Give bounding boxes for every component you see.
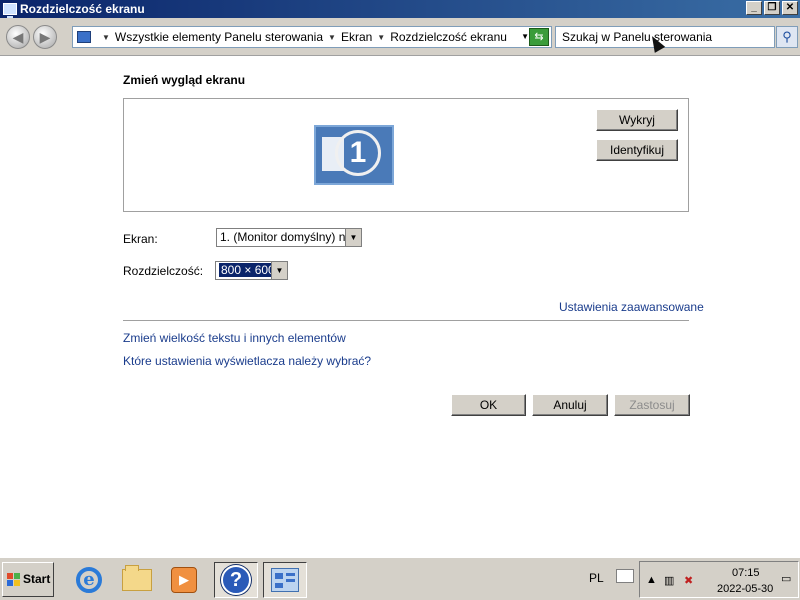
breadcrumb-item-all-items[interactable]: Wszystkie elementy Panelu sterowania [115, 30, 323, 44]
restore-button[interactable]: ❐ [764, 1, 780, 15]
screen-select-value: 1. (Monitor domyślny) na [220, 230, 353, 244]
taskbar-internet-explorer[interactable]: e [67, 562, 111, 598]
address-history-dropdown-icon[interactable]: ▼ [521, 32, 529, 41]
refresh-icon: ⇆ [534, 31, 544, 43]
chevron-down-icon[interactable]: ▼ [345, 229, 361, 246]
forward-arrow-icon: ▶ [39, 29, 51, 45]
language-indicator[interactable]: PL [589, 571, 604, 585]
back-arrow-icon: ◀ [12, 29, 24, 45]
address-bar: ◀ ▶ ▼ Wszystkie elementy Panelu sterowan… [0, 18, 800, 56]
search-input[interactable]: Szukaj w Panelu sterowania [555, 26, 775, 48]
breadcrumb-item-display[interactable]: Ekran [341, 30, 372, 44]
start-button[interactable]: Start [2, 562, 54, 597]
keyboard-icon[interactable] [616, 569, 634, 583]
cancel-button[interactable]: Anuluj [532, 394, 608, 416]
title-bar: Rozdzielczość ekranu _ ❐ ✕ [0, 0, 800, 18]
forward-button[interactable]: ▶ [33, 25, 57, 49]
media-player-icon: ▶ [171, 567, 197, 593]
refresh-button[interactable]: ⇆ [529, 28, 549, 46]
main-content: Zmień wygląd ekranu 1 Wykryj Identyfikuj… [0, 57, 800, 557]
volume-muted-icon[interactable]: ✖ [684, 574, 693, 587]
help-icon: ? [221, 565, 251, 595]
show-hidden-icons-icon[interactable]: ▲ [646, 574, 657, 586]
screen-select[interactable]: 1. (Monitor domyślny) na ▼ [216, 228, 362, 247]
internet-explorer-icon: e [76, 567, 102, 593]
taskbar-media-player[interactable]: ▶ [162, 562, 206, 598]
start-label: Start [23, 572, 51, 586]
chevron-down-icon[interactable]: ▼ [271, 262, 287, 279]
clock-date[interactable]: 2022-05-30 [717, 583, 773, 595]
control-panel-icon [271, 568, 299, 592]
chevron-down-icon[interactable]: ▼ [102, 33, 110, 42]
resolution-select-value: 800 × 600 [219, 263, 277, 277]
system-tray: ▲ ▥ ✖ 07:15 2022-05-30 ▭ [639, 561, 799, 598]
resolution-select[interactable]: 800 × 600 ▼ [215, 261, 288, 280]
chevron-down-icon[interactable]: ▼ [328, 33, 336, 42]
taskbar-help[interactable]: ? [214, 562, 258, 598]
minimize-button[interactable]: _ [746, 1, 762, 15]
search-button[interactable]: ⚲ [776, 26, 798, 48]
advanced-settings-link[interactable]: Ustawienia zaawansowane [559, 300, 704, 314]
divider [123, 320, 689, 321]
control-panel-icon [77, 31, 91, 43]
show-desktop-icon[interactable]: ▭ [781, 572, 791, 585]
window-controls: _ ❐ ✕ [746, 1, 798, 15]
display-icon [3, 3, 17, 18]
chevron-down-icon[interactable]: ▼ [377, 33, 385, 42]
breadcrumb[interactable]: ▼ Wszystkie elementy Panelu sterowania ▼… [72, 26, 552, 48]
windows-logo-icon [7, 573, 21, 586]
breadcrumb-item-resolution[interactable]: Rozdzielczość ekranu [390, 30, 507, 44]
clock-time[interactable]: 07:15 [732, 567, 760, 579]
back-button[interactable]: ◀ [6, 25, 30, 49]
taskbar: Start e ▶ ? PL ▲ ▥ ✖ 07:15 2022-05-30 ▭ [0, 557, 800, 600]
identify-button[interactable]: Identyfikuj [596, 139, 678, 161]
which-settings-link[interactable]: Które ustawienia wyświetlacza należy wyb… [123, 354, 371, 368]
folder-icon [122, 565, 152, 591]
monitor-arrangement-panel: 1 Wykryj Identyfikuj [123, 98, 689, 212]
monitor-number: 1 [335, 130, 381, 176]
resolution-label: Rozdzielczość: [123, 264, 204, 278]
monitor-icon[interactable]: 1 [314, 125, 394, 185]
network-icon[interactable]: ▥ [664, 574, 674, 587]
detect-button[interactable]: Wykryj [596, 109, 678, 131]
window-title: Rozdzielczość ekranu [20, 2, 145, 16]
close-button[interactable]: ✕ [782, 1, 798, 15]
text-size-link[interactable]: Zmień wielkość tekstu i innych elementów [123, 331, 346, 345]
taskbar-explorer[interactable] [115, 562, 159, 598]
ok-button[interactable]: OK [451, 394, 526, 416]
page-title: Zmień wygląd ekranu [123, 73, 246, 87]
apply-button[interactable]: Zastosuj [614, 394, 690, 416]
taskbar-control-panel[interactable] [263, 562, 307, 598]
search-icon: ⚲ [782, 29, 792, 44]
screen-label: Ekran: [123, 232, 158, 246]
